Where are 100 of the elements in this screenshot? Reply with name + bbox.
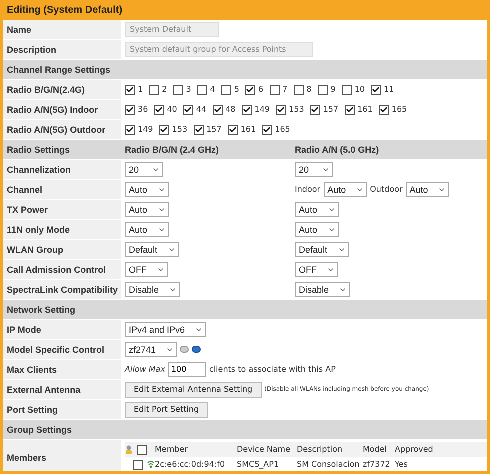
checkbox[interactable] <box>212 104 223 114</box>
channel-label: 48 <box>226 105 236 114</box>
checkbox[interactable] <box>137 444 147 454</box>
checkbox[interactable] <box>294 84 304 94</box>
field-label: 11N only Mode <box>3 220 121 239</box>
checkbox[interactable] <box>245 84 256 94</box>
field-label: Port Setting <box>3 400 121 419</box>
section-title: Radio Settings <box>6 144 72 157</box>
channel-label: 5 <box>234 85 240 94</box>
dropdown[interactable]: Auto <box>406 182 450 197</box>
dropdown[interactable]: Auto <box>125 202 169 217</box>
field-label: Members <box>3 440 121 471</box>
dropdown[interactable]: Auto <box>125 222 169 237</box>
dropdown[interactable]: Auto <box>324 182 368 197</box>
field-label: Radio A/N(5G) Outdoor <box>3 120 121 139</box>
checkbox[interactable] <box>133 460 143 470</box>
checkbox[interactable] <box>197 84 208 94</box>
checkbox[interactable] <box>194 124 204 134</box>
checkbox[interactable] <box>310 104 320 114</box>
dropdown[interactable]: Auto <box>125 182 169 197</box>
checkbox[interactable] <box>228 124 238 134</box>
input-field[interactable]: 100 <box>168 362 206 377</box>
field-label: Model Specific Control <box>3 340 121 359</box>
field-label: Allow Max <box>125 365 166 374</box>
checkbox[interactable] <box>318 84 328 94</box>
checkbox[interactable] <box>125 124 135 134</box>
field-label: Indoor <box>295 185 321 194</box>
channel-label: 11 <box>384 85 394 94</box>
dropdown[interactable]: Auto <box>295 202 339 217</box>
checkbox[interactable] <box>342 84 352 94</box>
edit-button[interactable]: Edit Port Setting <box>125 402 208 418</box>
table-cell-text: 2c:e6:cc:0d:94:f0 <box>155 460 226 469</box>
checkbox[interactable] <box>149 84 160 94</box>
channel-label: 2 <box>162 85 168 94</box>
dropdown[interactable]: OFF <box>295 262 338 277</box>
channel-label: 44 <box>196 105 207 114</box>
dropdown[interactable]: Disable <box>125 282 180 297</box>
channel-label: 153 <box>289 105 304 114</box>
channel-label: 1 <box>138 85 144 94</box>
column-header: Device Name <box>237 445 292 454</box>
checkbox[interactable] <box>183 104 194 114</box>
checkbox[interactable] <box>154 104 164 114</box>
checkbox[interactable] <box>125 104 135 114</box>
field-label: External Antenna <box>3 380 121 399</box>
channel-label: 9 <box>330 85 336 94</box>
field-label: Description <box>3 40 121 59</box>
checkbox[interactable] <box>125 84 135 94</box>
dropdown[interactable]: IPv4 and IPv6 <box>125 322 206 337</box>
checkbox[interactable] <box>344 104 355 114</box>
channel-label: 6 <box>258 85 264 94</box>
checkbox[interactable] <box>371 84 382 94</box>
section-title: Network Setting <box>6 304 77 317</box>
dropdown[interactable]: Default <box>125 242 179 257</box>
column-header: Radio B/G/N (2.4 GHz) <box>124 144 220 157</box>
column-header: Approved <box>395 445 434 454</box>
table-cell-text: Yes <box>395 460 409 469</box>
group-icon <box>125 444 135 454</box>
field-label: Outdoor <box>370 185 403 194</box>
dropdown[interactable]: zf2741 <box>125 342 178 357</box>
column-header: Model <box>363 445 388 454</box>
channel-label: 161 <box>358 105 373 114</box>
dropdown[interactable]: OFF <box>125 262 168 277</box>
channel-label: 40 <box>167 105 178 114</box>
dropdown[interactable]: Disable <box>295 282 350 297</box>
checkbox[interactable] <box>242 104 252 114</box>
dropdown[interactable]: 20 <box>295 162 333 177</box>
channel-label: 149 <box>254 105 270 114</box>
checkbox[interactable] <box>159 124 170 134</box>
dropdown[interactable]: 20 <box>125 162 163 177</box>
dropdown[interactable]: Default <box>295 242 349 257</box>
field-label: TX Power <box>3 200 121 219</box>
channel-label: 165 <box>392 105 408 114</box>
channel-label: 36 <box>138 105 148 114</box>
checkbox[interactable] <box>262 124 272 134</box>
section-title: Group Settings <box>6 424 73 437</box>
edit-button[interactable]: Edit External Antenna Setting <box>125 382 262 398</box>
channel-label: 3 <box>186 85 192 94</box>
channel-label: 8 <box>306 85 312 94</box>
field-label: WLAN Group <box>3 240 121 259</box>
field-label: Radio A/N(5G) Indoor <box>3 100 121 119</box>
channel-label: 149 <box>138 125 154 134</box>
checkbox[interactable] <box>173 84 184 94</box>
signal-icon <box>147 460 155 468</box>
field-label: IP Mode <box>3 320 121 339</box>
checkbox[interactable] <box>270 84 280 94</box>
table-cell-text: SM Consolacion <box>297 460 361 469</box>
channel-label: 165 <box>275 125 290 134</box>
checkbox[interactable] <box>221 84 232 94</box>
channel-label: 157 <box>323 105 339 114</box>
channel-label: 153 <box>172 125 188 134</box>
dropdown[interactable]: Auto <box>295 222 339 237</box>
field-label: SpectraLink Compatibility <box>3 280 121 299</box>
checkbox[interactable] <box>378 104 389 114</box>
section-title: Channel Range Settings <box>6 64 112 77</box>
field-label: Channel <box>3 180 121 199</box>
field-label: Radio B/G/N(2.4G) <box>3 80 121 99</box>
channel-label: 157 <box>206 125 222 134</box>
field-label: Name <box>3 20 121 39</box>
checkbox[interactable] <box>276 104 286 114</box>
panel-title: Editing (System Default) <box>3 0 487 20</box>
